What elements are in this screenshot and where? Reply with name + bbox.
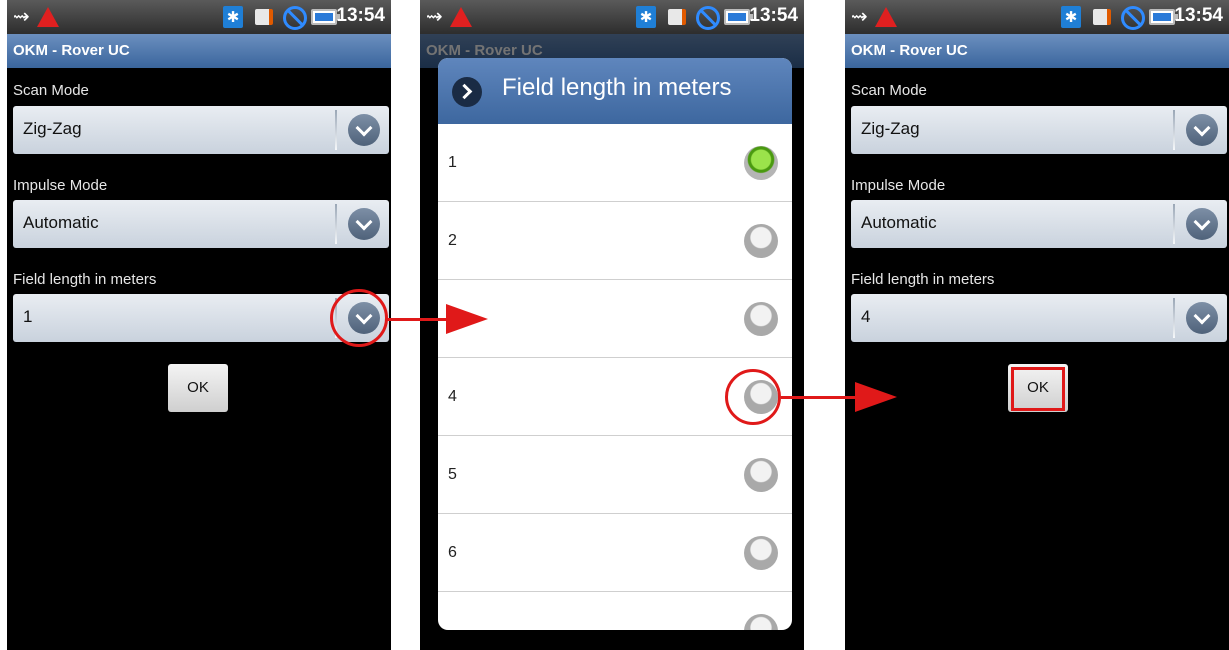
no-signal-icon — [696, 6, 720, 30]
clock: 13:54 — [1174, 5, 1223, 26]
option-label: 2 — [448, 232, 457, 249]
radio-icon[interactable] — [744, 536, 778, 570]
arrow-right-icon — [446, 304, 488, 334]
battery-icon — [311, 9, 340, 25]
usb-icon: ⇝ — [851, 4, 868, 28]
clock: 13:54 — [749, 5, 798, 26]
impulse-mode-spinner[interactable]: Automatic — [13, 200, 389, 248]
no-signal-icon — [283, 6, 307, 30]
chevron-down-icon[interactable] — [348, 208, 380, 240]
spinner-divider — [1173, 110, 1175, 150]
field-length-spinner[interactable]: 4 — [851, 294, 1227, 342]
chevron-down-icon[interactable] — [1186, 302, 1218, 334]
list-item[interactable]: 1 — [438, 124, 792, 202]
bluetooth-icon: ✱ — [636, 6, 656, 28]
list-item[interactable]: 2 — [438, 202, 792, 280]
impulse-mode-value: Automatic — [861, 213, 937, 232]
scan-mode-label: Scan Mode — [13, 82, 89, 99]
bluetooth-icon: ✱ — [1061, 6, 1081, 28]
chevron-down-icon[interactable] — [1186, 114, 1218, 146]
app-title-bar: OKM - Rover UC — [845, 34, 1229, 68]
sim-card-icon — [255, 9, 273, 25]
arrow-right-icon — [855, 382, 897, 412]
status-bar: ⇝ ✱ 13:54 — [845, 0, 1229, 34]
option-label: 5 — [448, 466, 457, 483]
option-label: 4 — [448, 388, 457, 405]
usb-icon: ⇝ — [13, 4, 30, 28]
sim-card-icon — [668, 9, 686, 25]
list-item[interactable]: 5 — [438, 436, 792, 514]
scan-mode-spinner[interactable]: Zig-Zag — [851, 106, 1227, 154]
highlight-circle — [725, 369, 781, 425]
battery-icon — [1149, 9, 1178, 25]
status-bar: ⇝ ✱ 13:54 — [420, 0, 804, 34]
sim-card-icon — [1093, 9, 1111, 25]
warning-icon — [37, 7, 59, 27]
impulse-mode-value: Automatic — [23, 213, 99, 232]
impulse-mode-spinner[interactable]: Automatic — [851, 200, 1227, 248]
clock: 13:54 — [336, 5, 385, 26]
highlight-box — [1011, 367, 1065, 411]
scan-mode-value: Zig-Zag — [23, 119, 82, 138]
scan-mode-label: Scan Mode — [851, 82, 927, 99]
radio-selected-icon[interactable] — [744, 146, 778, 180]
usb-icon: ⇝ — [426, 4, 443, 28]
field-length-dialog: Field length in meters 1 2 4 5 6 — [438, 58, 792, 630]
field-length-value: 4 — [861, 307, 871, 326]
spinner-divider — [1173, 204, 1175, 244]
status-bar: ⇝ ✱ 13:54 — [7, 0, 391, 34]
scan-mode-spinner[interactable]: Zig-Zag — [13, 106, 389, 154]
chevron-down-icon[interactable] — [1186, 208, 1218, 240]
option-label: 1 — [448, 154, 457, 171]
phone-screen-3: ⇝ ✱ 13:54 OKM - Rover UC Scan Mode Zig-Z… — [845, 0, 1229, 650]
list-item[interactable]: 6 — [438, 514, 792, 592]
spinner-divider — [335, 204, 337, 244]
warning-icon — [875, 7, 897, 27]
chevron-down-icon[interactable] — [348, 114, 380, 146]
list-item[interactable] — [438, 592, 792, 630]
scan-mode-value: Zig-Zag — [861, 119, 920, 138]
warning-icon — [450, 7, 472, 27]
dialog-title: Field length in meters — [502, 74, 732, 101]
spinner-divider — [335, 110, 337, 150]
bluetooth-icon: ✱ — [223, 6, 243, 28]
field-length-label: Field length in meters — [13, 271, 157, 288]
app-title-bar: OKM - Rover UC — [7, 34, 391, 68]
annotation-arrow-line — [798, 396, 858, 399]
no-signal-icon — [1121, 6, 1145, 30]
field-length-label: Field length in meters — [851, 271, 995, 288]
radio-icon[interactable] — [744, 302, 778, 336]
radio-icon[interactable] — [744, 614, 778, 630]
impulse-mode-label: Impulse Mode — [851, 177, 946, 194]
radio-icon[interactable] — [744, 224, 778, 258]
radio-icon[interactable] — [744, 458, 778, 492]
ok-button[interactable]: OK — [168, 364, 228, 412]
battery-icon — [724, 9, 753, 25]
list-item[interactable] — [438, 280, 792, 358]
option-label: 6 — [448, 544, 457, 561]
impulse-mode-label: Impulse Mode — [13, 177, 108, 194]
spinner-divider — [1173, 298, 1175, 338]
field-length-value: 1 — [23, 307, 33, 326]
chevron-right-icon — [452, 77, 482, 107]
annotation-arrow-line — [387, 318, 447, 321]
highlight-circle — [330, 289, 388, 347]
dialog-header: Field length in meters — [438, 58, 792, 124]
